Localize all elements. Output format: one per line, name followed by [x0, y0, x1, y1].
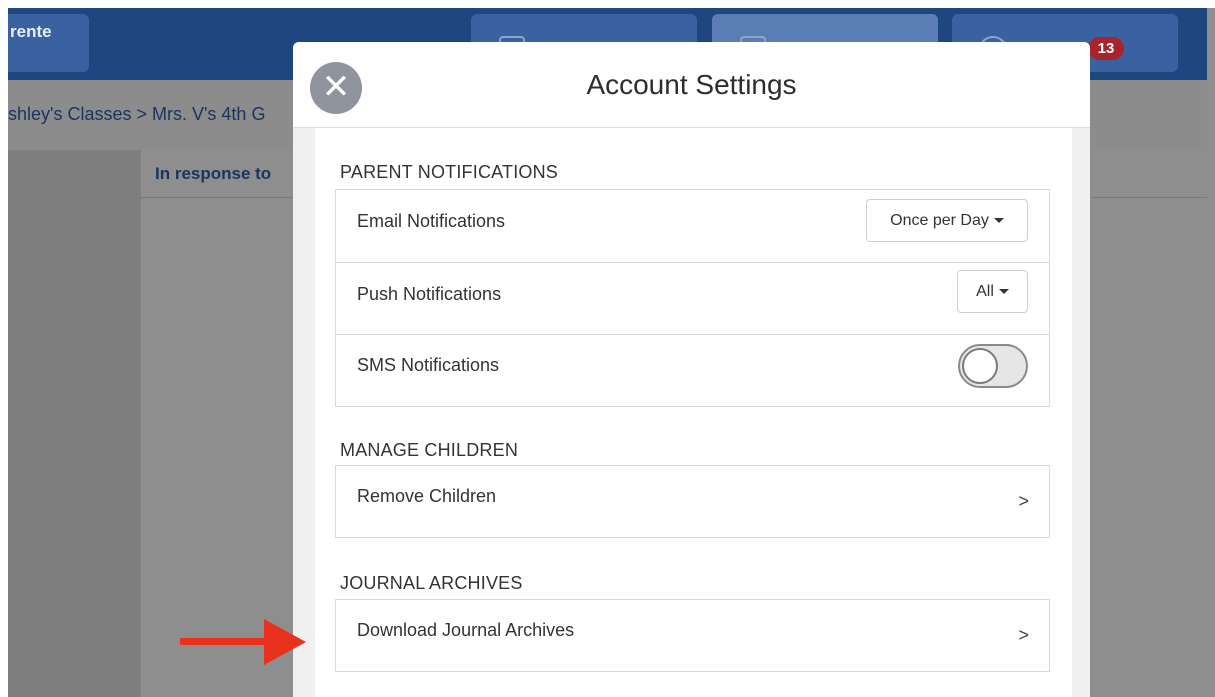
account-settings-modal: ✕ Account Settings PARENT NOTIFICATIONS … — [293, 42, 1090, 697]
push-level-value: All — [976, 283, 994, 300]
section-title-manage-children: MANAGE CHILDREN — [340, 440, 519, 460]
caret-down-icon — [998, 289, 1009, 295]
modal-header: ✕ Account Settings — [293, 42, 1090, 128]
email-frequency-value: Once per Day — [890, 212, 989, 229]
download-journal-archives-label: Download Journal Archives — [357, 620, 575, 640]
section-title-parent-notifications: PARENT NOTIFICATIONS — [340, 162, 559, 182]
modal-body[interactable]: PARENT NOTIFICATIONS Email Notifications… — [315, 128, 1072, 697]
window-top-margin — [0, 0, 1215, 8]
email-notifications-row: Email Notifications Once per Day — [336, 190, 1049, 263]
toggle-knob — [962, 348, 998, 384]
remove-children-label: Remove Children — [357, 486, 497, 506]
push-notifications-label: Push Notifications — [357, 284, 502, 304]
download-journal-archives-row[interactable]: Download Journal Archives > — [336, 600, 1049, 671]
annotation-arrow-icon — [180, 619, 306, 665]
response-header-text: In response to — [155, 164, 272, 183]
sidebar-column — [8, 150, 141, 697]
sms-toggle-switch[interactable] — [958, 344, 1028, 388]
modal-title: Account Settings — [586, 69, 797, 100]
brand-label: rente — [10, 22, 52, 41]
parent-notifications-panel: Email Notifications Once per Day Push No… — [335, 189, 1050, 407]
push-notifications-row: Push Notifications All — [336, 263, 1049, 335]
chevron-right-icon: > — [1018, 491, 1029, 511]
sms-notifications-row: SMS Notifications — [336, 335, 1049, 406]
inbox-count-badge: 13 — [1088, 37, 1124, 60]
sms-notifications-label: SMS Notifications — [357, 355, 500, 375]
journal-archives-panel: Download Journal Archives > — [335, 599, 1050, 672]
caret-down-icon — [993, 218, 1004, 224]
chevron-right-icon: > — [1018, 625, 1029, 645]
email-frequency-dropdown[interactable]: Once per Day — [866, 199, 1028, 242]
section-title-journal-archives: JOURNAL ARCHIVES — [340, 573, 523, 593]
email-notifications-label: Email Notifications — [357, 211, 506, 231]
remove-children-row[interactable]: Remove Children > — [336, 466, 1049, 537]
push-level-dropdown[interactable]: All — [957, 270, 1028, 313]
window-left-margin — [0, 0, 8, 697]
parent-brand-button[interactable]: rente — [0, 14, 89, 72]
manage-children-panel: Remove Children > — [335, 465, 1050, 538]
breadcrumb[interactable]: shley's Classes > Mrs. V's 4th G — [8, 104, 265, 125]
